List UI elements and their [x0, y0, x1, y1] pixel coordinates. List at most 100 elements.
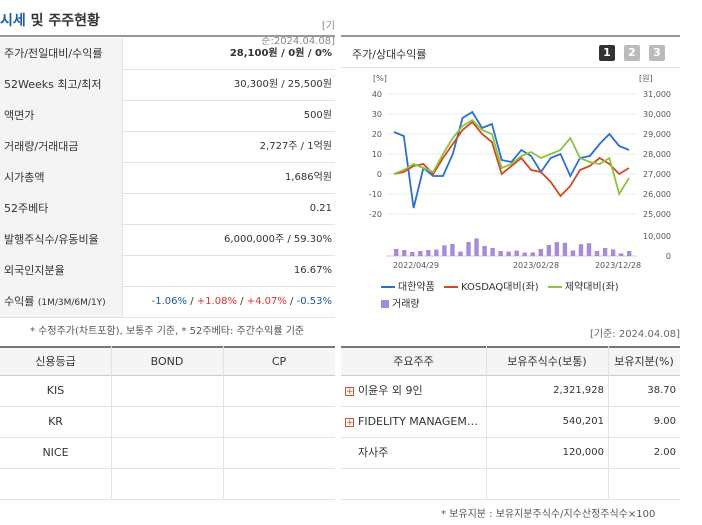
volume-bar [490, 248, 495, 256]
credit-header-cp: CP [271, 355, 287, 368]
credit-cp [223, 376, 335, 406]
price-chart: [%] [원] 40 30 20 10 0 -10 -20 31,000 30,000 29,00… [369, 74, 671, 270]
col-divider [223, 346, 224, 500]
holder-pct: 9.00 [653, 416, 676, 427]
holder-name: 자사주 [358, 446, 389, 459]
chart-page-2-button[interactable]: 2 [624, 45, 640, 61]
volume-bar [506, 251, 511, 256]
left-tick-label: 0 [377, 170, 382, 179]
series-line-2 [393, 118, 630, 197]
stat-row: 거래량/거래대금 2,727주 / 1억원 [0, 131, 335, 163]
credit-table-header: 신용등급 BOND CP [0, 346, 335, 376]
table-row: 자사주 120,000 2.00 [341, 438, 680, 469]
chart-legend: 대한약품 KOSDAQ대비(좌) 제약대비(좌) 거래량 [381, 278, 681, 310]
stat-label: 주가/전일대비/수익률 [0, 38, 123, 69]
volume-bar [458, 251, 463, 256]
return-1y: -0.53% [296, 296, 332, 307]
holder-pct: 38.70 [647, 385, 676, 396]
chart-title: 주가/상대수익률 [352, 48, 427, 61]
volume-bar [434, 249, 439, 256]
stat-value: 6,000,000주 / 59.30% [224, 234, 332, 245]
section-title: 시세 및 주주현황 [0, 10, 100, 30]
stat-value: 16.67% [293, 265, 332, 276]
stat-row: 52Weeks 최고/최저 30,300원 / 25,500원 [0, 69, 335, 101]
table-row: + 이윤우 외 9인 2,321,928 38.70 [341, 376, 680, 407]
holders-note: * 보유지분 : 보유지분주식수/지수산정주식수×100 [441, 509, 656, 520]
stat-value: 0.21 [309, 203, 332, 214]
chart-page-1-button[interactable]: 1 [599, 45, 615, 61]
right-tick-label: 28,000 [643, 150, 671, 159]
volume-bar [546, 245, 552, 256]
chart-title-divider [341, 67, 680, 68]
volume-bar [442, 245, 447, 256]
returns-values: -1.06% / +1.08% / +4.07% / -0.53% [152, 286, 332, 317]
volume-bar [418, 251, 423, 256]
credit-agency [0, 469, 111, 499]
stat-value: 1,686억원 [284, 172, 332, 183]
holder-shares: 540,201 [562, 416, 604, 427]
expand-plus-icon[interactable]: + [345, 386, 354, 396]
chart-base-date: [기준: 2024.04.08] [589, 329, 680, 340]
volume-bar [402, 250, 407, 256]
stat-row: 시가총액 1,686억원 [0, 162, 335, 194]
volume-bar [482, 246, 487, 256]
credit-bond [111, 438, 223, 468]
holder-pct: 2.00 [653, 447, 676, 458]
stat-label: 거래량/거래대금 [0, 131, 123, 162]
col-divider [486, 346, 487, 500]
volume-bar [530, 252, 535, 256]
return-3m: +1.08% [196, 296, 237, 307]
right-tick-label: 27,000 [643, 170, 671, 179]
right-tick-label: 30,000 [643, 110, 671, 119]
holder-shares [486, 469, 604, 499]
stats-note: * 수정주가(차트포함), 보통주 기준, * 52주베타: 주간수익률 기준 [30, 326, 305, 337]
legend-item-daehan: 대한약품 [381, 282, 435, 293]
credit-bond [111, 407, 223, 437]
col-divider [608, 346, 609, 500]
volume-bar [586, 243, 592, 256]
volume-bar [626, 251, 632, 256]
expand-plus-icon[interactable]: + [345, 417, 354, 427]
legend-item-pharma: 제약대비(좌) [547, 282, 619, 293]
holder-name-cell [345, 469, 486, 499]
credit-agency: KR [48, 415, 63, 428]
stat-label: 시가총액 [0, 162, 123, 193]
credit-cp [223, 438, 335, 468]
stat-label: 외국인지분율 [0, 255, 123, 286]
volume-bar [522, 252, 527, 256]
holder-name: 이윤우 외 9인 [358, 384, 423, 397]
credit-cp [223, 407, 335, 437]
credit-header-bond: BOND [150, 355, 184, 368]
right-tick-label: 29,000 [643, 130, 671, 139]
header-divider [0, 35, 335, 37]
legend-item-volume: 거래량 [381, 295, 681, 310]
volume-tick-label: 10,000 [643, 232, 671, 241]
holders-table-header: 주요주주 보유주식수(보통) 보유지분(%) [341, 346, 680, 376]
credit-header-agency: 신용등급 [35, 355, 76, 368]
stat-row: 52주베타 0.21 [0, 193, 335, 225]
stat-value: 500원 [303, 110, 332, 121]
holder-pct [608, 469, 676, 499]
stat-value: 28,100원 / 0원 / 0% [229, 48, 332, 59]
stat-label: 52주베타 [0, 193, 123, 224]
left-tick-label: 30 [372, 110, 382, 119]
holder-shares: 2,321,928 [553, 385, 604, 396]
returns-label-text: 수익률 [4, 295, 35, 308]
table-row: KIS [0, 376, 335, 407]
right-tick-label: 31,000 [643, 90, 671, 99]
sep: / [190, 296, 194, 307]
legend-item-kosdaq: KOSDAQ대비(좌) [444, 282, 539, 293]
volume-bar [514, 250, 519, 256]
holders-header-shares: 보유주식수(보통) [507, 355, 587, 368]
volume-bar [426, 250, 431, 256]
volume-bar [578, 244, 584, 256]
sep: / [240, 296, 244, 307]
right-tick-label: 26,000 [643, 190, 671, 199]
stat-value: 2,727주 / 1억원 [259, 141, 332, 152]
credit-bond [111, 469, 223, 499]
stat-row: 발행주식수/유동비율 6,000,000주 / 59.30% [0, 224, 335, 256]
chart-page-3-button[interactable]: 3 [649, 45, 665, 61]
holder-name-cell: + FIDELITY MANAGEM… [345, 407, 486, 437]
volume-bar [410, 252, 415, 256]
x-tick-label: 2023/02/28 [513, 261, 559, 270]
